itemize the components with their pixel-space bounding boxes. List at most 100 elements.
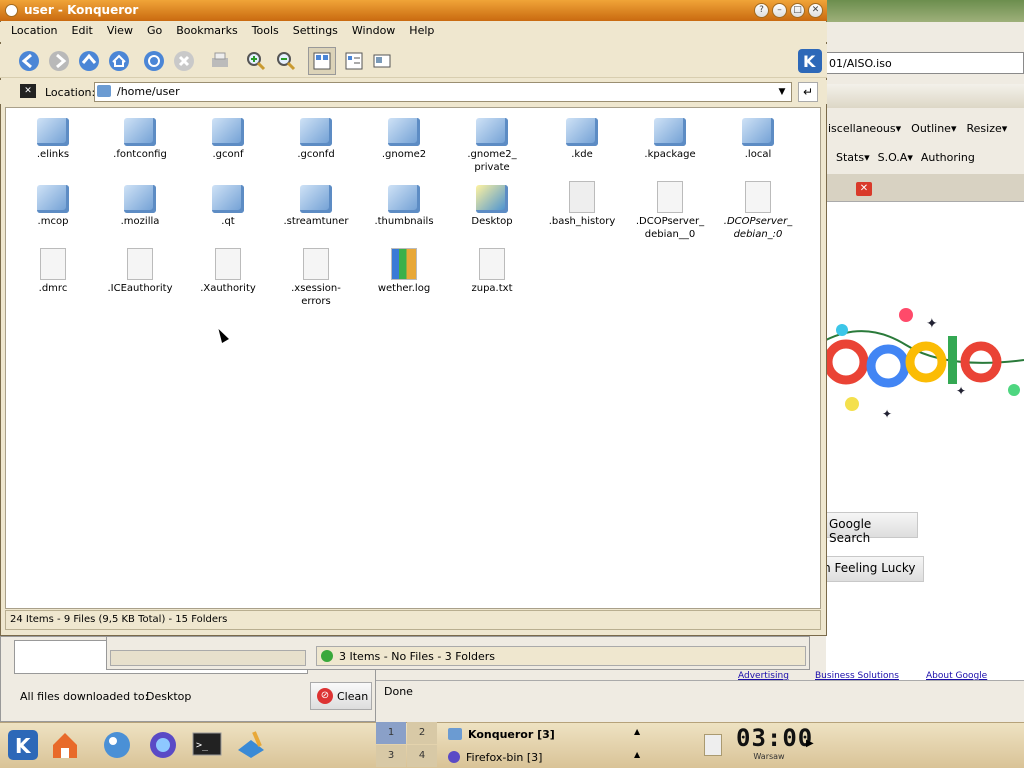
file-item[interactable]: .bash_history (538, 181, 626, 228)
toolbar-item-stats[interactable]: Stats▾ (836, 151, 870, 164)
file-item[interactable]: wether.log (360, 248, 448, 295)
klipper-icon[interactable] (704, 734, 722, 756)
menu-view[interactable]: View (100, 22, 140, 42)
tree-view-icon[interactable] (340, 47, 368, 75)
file-item[interactable]: .local (714, 114, 802, 161)
print-icon[interactable] (206, 47, 234, 75)
home-icon[interactable] (105, 47, 133, 75)
minimize-icon[interactable]: – (772, 3, 787, 18)
close-icon[interactable]: ✕ (808, 3, 823, 18)
downloads-folder[interactable]: Desktop (146, 690, 191, 703)
browser-icon[interactable] (146, 728, 180, 762)
file-item[interactable]: .qt (184, 181, 272, 228)
desktop-icon[interactable] (234, 728, 268, 762)
file-item[interactable]: .gnome2_ private (448, 114, 536, 174)
folder-icon (37, 185, 69, 213)
toolbar-item-resize[interactable]: Resize▾ (966, 122, 1007, 135)
file-item-label: .streamtuner (283, 216, 349, 227)
taskbar-arrow-icon[interactable]: ▶ (806, 738, 814, 749)
file-item-label: .elinks (36, 149, 70, 160)
file-item[interactable]: .DCOPserver_ debian_:0 (714, 181, 802, 241)
terminal-icon[interactable]: >_ (190, 728, 224, 762)
pager-desktop-3[interactable]: 3 (376, 745, 406, 767)
icon-view-icon[interactable] (308, 47, 336, 75)
help-icon[interactable]: ? (754, 3, 769, 18)
menu-window[interactable]: Window (345, 22, 402, 42)
home-folder-icon[interactable] (48, 728, 82, 762)
file-item[interactable]: .gconfd (272, 114, 360, 161)
preview-icon[interactable] (368, 47, 396, 75)
close-tab-icon[interactable]: ✕ (856, 182, 872, 196)
feeling-lucky-button[interactable]: m Feeling Lucky (812, 556, 924, 582)
zoom-out-icon[interactable] (272, 47, 300, 75)
toolbar-item-authoring[interactable]: Authoring (921, 151, 975, 164)
kde-menu-icon[interactable]: K (6, 728, 40, 762)
clear-location-icon[interactable]: ✕ (20, 84, 36, 98)
file-item-label: .thumbnails (374, 216, 434, 227)
window-title: user - Konqueror (0, 0, 827, 21)
reload-icon[interactable] (140, 47, 168, 75)
back-icon[interactable] (15, 47, 43, 75)
menu-settings[interactable]: Settings (286, 22, 345, 42)
clock[interactable]: 03:00 Warsaw (736, 724, 812, 768)
pager-desktop-1[interactable]: 1 (376, 722, 406, 744)
text-file-icon (40, 248, 66, 280)
file-item[interactable]: .kde (538, 114, 626, 161)
file-item[interactable]: .ICEauthority (96, 248, 184, 295)
file-item-label: .gconf (212, 149, 244, 160)
maximize-icon[interactable]: □ (790, 3, 805, 18)
file-item[interactable]: .Xauthority (184, 248, 272, 295)
file-item[interactable]: zupa.txt (448, 248, 536, 295)
kde-logo-icon[interactable]: K (796, 47, 824, 75)
firefox-titlebar (826, 0, 1024, 22)
menu-tools[interactable]: Tools (245, 22, 286, 42)
google-doodle: ✦ ✦ ✦ (826, 308, 1024, 420)
file-item[interactable]: .fontconfig (96, 114, 184, 161)
task-firefox-label: Firefox-bin [3] (466, 750, 543, 764)
file-item[interactable]: .thumbnails (360, 181, 448, 228)
location-input[interactable]: /home/user (94, 82, 792, 102)
file-item[interactable]: .kpackage (626, 114, 714, 161)
menu-help[interactable]: Help (402, 22, 441, 42)
pager-desktop-4[interactable]: 4 (407, 745, 437, 767)
file-item[interactable]: .gnome2 (360, 114, 448, 161)
menu-edit[interactable]: Edit (65, 22, 100, 42)
file-item-label: .mozilla (120, 216, 160, 227)
location-dropdown-icon[interactable]: ▼ (774, 84, 790, 100)
file-item[interactable]: Desktop (448, 181, 536, 228)
pager-desktop-2[interactable]: 2 (407, 722, 437, 744)
google-search-button[interactable]: Google Search (822, 512, 918, 545)
menu-bookmarks[interactable]: Bookmarks (169, 22, 244, 42)
blank-file-icon (127, 248, 153, 280)
menu-go[interactable]: Go (140, 22, 169, 42)
file-item[interactable]: .streamtuner (272, 181, 360, 228)
toolbar-item-outline[interactable]: Outline▾ (911, 122, 956, 135)
window-menu-icon[interactable] (5, 4, 18, 17)
konqueror-icon[interactable] (100, 728, 134, 762)
toolbar-item-misc[interactable]: iscellaneous▾ (828, 122, 901, 135)
chart-file-icon (391, 248, 417, 280)
forward-icon[interactable] (45, 47, 73, 75)
file-item[interactable]: .gconf (184, 114, 272, 161)
task-firefox-arrow-icon[interactable]: ▲ (634, 750, 640, 759)
stop-icon[interactable] (170, 47, 198, 75)
task-konqueror-arrow-icon[interactable]: ▲ (634, 727, 640, 736)
menu-location[interactable]: Location (4, 22, 65, 42)
clean-button[interactable]: ⊘ Clean (310, 682, 372, 710)
task-firefox[interactable]: Firefox-bin [3] (448, 747, 648, 767)
go-icon[interactable]: ↵ (798, 82, 818, 102)
file-item[interactable]: .dmrc (9, 248, 97, 295)
folder-icon (476, 118, 508, 146)
file-item-label: .gnome2 (381, 149, 427, 160)
firefox-url-field[interactable]: 01/AISO.iso (826, 52, 1024, 74)
file-item[interactable]: .xsession- errors (272, 248, 360, 308)
file-item[interactable]: .mcop (9, 181, 97, 228)
file-item[interactable]: .mozilla (96, 181, 184, 228)
zoom-in-icon[interactable] (242, 47, 270, 75)
file-item[interactable]: .elinks (9, 114, 97, 161)
file-item[interactable]: .DCOPserver_ debian__0 (626, 181, 714, 241)
toolbar-item-soa[interactable]: S.O.A▾ (878, 151, 913, 164)
up-icon[interactable] (75, 47, 103, 75)
clean-button-label: Clean (337, 689, 369, 703)
task-konqueror[interactable]: Konqueror [3] (448, 724, 648, 744)
